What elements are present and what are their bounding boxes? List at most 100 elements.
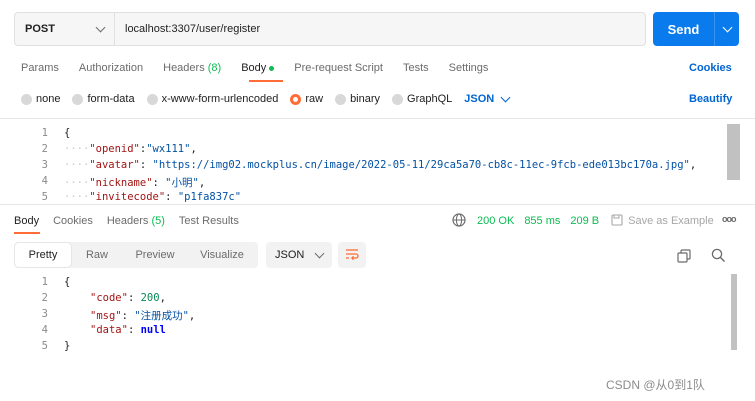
cookies-link[interactable]: Cookies [689, 62, 732, 74]
json-value: null [140, 324, 166, 336]
save-as-example-button[interactable]: Save as Example [611, 213, 714, 229]
active-tab-underline [249, 80, 283, 82]
headers-count: (5) [151, 215, 165, 227]
radio-form-data[interactable]: form-data [72, 93, 135, 105]
more-icon[interactable]: ooo [722, 214, 736, 224]
headers-count: (8) [207, 62, 222, 74]
tab-tests[interactable]: Tests [403, 62, 429, 74]
code-line: } [64, 340, 70, 352]
brace: } [64, 340, 71, 352]
tab-response-headers[interactable]: Headers (5) [107, 215, 165, 227]
radio-circle [21, 93, 32, 105]
view-preview[interactable]: Preview [123, 243, 187, 267]
code-line: "code": 200, [90, 292, 166, 304]
request-body-editor[interactable]: 1 2 3 4 5 { ····"openid":"wx111", ····"a… [0, 124, 726, 202]
send-options-button[interactable] [715, 12, 739, 46]
tab-response-body[interactable]: Body [14, 215, 39, 227]
radio-label: none [36, 93, 61, 105]
tab-headers[interactable]: Headers (8) [163, 62, 221, 74]
json-value: "https://img02.mockplus.cn/image/2022-05… [152, 159, 690, 171]
code-line: ····"avatar": "https://img02.mockplus.cn… [64, 159, 697, 171]
whitespace: ···· [64, 191, 90, 202]
code-line: ····"nickname": "小明", [64, 177, 206, 189]
json-key: "avatar" [89, 159, 140, 171]
request-url-bar: POST localhost:3307/user/register [14, 12, 646, 46]
radio-label: raw [305, 93, 324, 105]
line-number: 1 [41, 276, 48, 288]
line-number: 1 [41, 127, 48, 139]
code-line: ····"invitecode": "p1fa837c" [64, 191, 242, 202]
tab-params[interactable]: Params [21, 62, 59, 74]
status-code[interactable]: 200 OK [477, 215, 514, 227]
tab-test-results[interactable]: Test Results [179, 215, 239, 227]
beautify-link[interactable]: Beautify [689, 93, 732, 105]
code-line: "data": null [90, 324, 166, 336]
code-line: "msg": "注册成功", [90, 310, 196, 322]
json-key: "code" [90, 292, 128, 304]
globe-icon[interactable] [452, 213, 466, 227]
radio-raw[interactable]: raw [290, 93, 323, 105]
wrap-lines-button[interactable] [338, 242, 366, 268]
language-select[interactable]: JSON [464, 92, 511, 105]
response-size[interactable]: 209 B [570, 215, 599, 227]
search-icon[interactable] [711, 248, 726, 266]
tab-authorization[interactable]: Authorization [79, 62, 143, 74]
body-type-options: none form-data x-www-form-urlencoded raw… [21, 89, 511, 109]
radio-binary[interactable]: binary [335, 93, 380, 105]
radio-label: form-data [87, 93, 135, 105]
radio-label: GraphQL [407, 93, 453, 105]
response-meta: 200 OK 855 ms 209 B Save as Example [477, 211, 714, 231]
line-number: 3 [41, 159, 48, 171]
send-button[interactable]: Send [653, 12, 715, 46]
request-tabs: Params Authorization Headers (8) Body Pr… [21, 58, 508, 78]
json-key: "invitecode" [89, 191, 166, 202]
radio-circle [392, 93, 404, 105]
json-key: "data" [90, 324, 128, 336]
response-format-select[interactable]: JSON [266, 242, 332, 268]
radio-label: binary [350, 93, 381, 105]
method-select[interactable]: POST [15, 13, 115, 45]
tab-body[interactable]: Body [241, 62, 275, 74]
brace: { [64, 127, 71, 139]
copy-icon[interactable] [677, 249, 691, 266]
line-number: 5 [41, 340, 48, 352]
radio-circle [335, 93, 347, 105]
json-value: "wx111" [146, 143, 191, 155]
request-editor-scrollbar[interactable] [727, 124, 740, 180]
language-label: JSON [464, 93, 495, 105]
divider [0, 118, 755, 119]
radio-circle-selected [290, 93, 302, 105]
brace: { [64, 276, 71, 288]
radio-none[interactable]: none [21, 93, 60, 105]
json-value: "p1fa837c" [177, 191, 242, 202]
tab-prerequest-script[interactable]: Pre-request Script [294, 62, 383, 74]
tab-body-label: Body [241, 62, 267, 74]
json-key: "nickname" [89, 177, 153, 189]
code-line: { [64, 127, 70, 139]
tab-headers-label: Headers [163, 62, 205, 74]
radio-circle [146, 93, 158, 105]
chevron-down-icon [722, 22, 732, 32]
save-as-example-label: Save as Example [628, 215, 714, 227]
watermark: CSDN @从0到1队 [606, 378, 705, 392]
divider [0, 204, 755, 205]
radio-graphql[interactable]: GraphQL [392, 93, 452, 105]
line-number: 2 [41, 292, 48, 304]
view-pretty[interactable]: Pretty [15, 243, 71, 267]
response-body-viewer[interactable]: 1 2 3 4 5 { "code": 200, "msg": "注册成功", … [0, 274, 726, 354]
json-value: "注册成功" [134, 310, 189, 322]
radio-urlencoded[interactable]: x-www-form-urlencoded [146, 93, 279, 105]
view-raw[interactable]: Raw [71, 243, 123, 267]
active-tab-underline [14, 232, 40, 234]
view-visualize[interactable]: Visualize [187, 243, 257, 267]
response-time[interactable]: 855 ms [524, 215, 560, 227]
tab-response-cookies[interactable]: Cookies [53, 215, 93, 227]
tab-headers-label: Headers [106, 215, 149, 227]
chevron-down-icon [500, 92, 511, 102]
response-viewer-scrollbar[interactable] [731, 274, 737, 350]
radio-label: x-www-form-urlencoded [161, 93, 279, 105]
tab-settings[interactable]: Settings [449, 62, 489, 74]
url-input[interactable]: localhost:3307/user/register [115, 23, 260, 35]
send-button-group: Send [653, 12, 739, 46]
json-value: "小明" [165, 177, 199, 189]
